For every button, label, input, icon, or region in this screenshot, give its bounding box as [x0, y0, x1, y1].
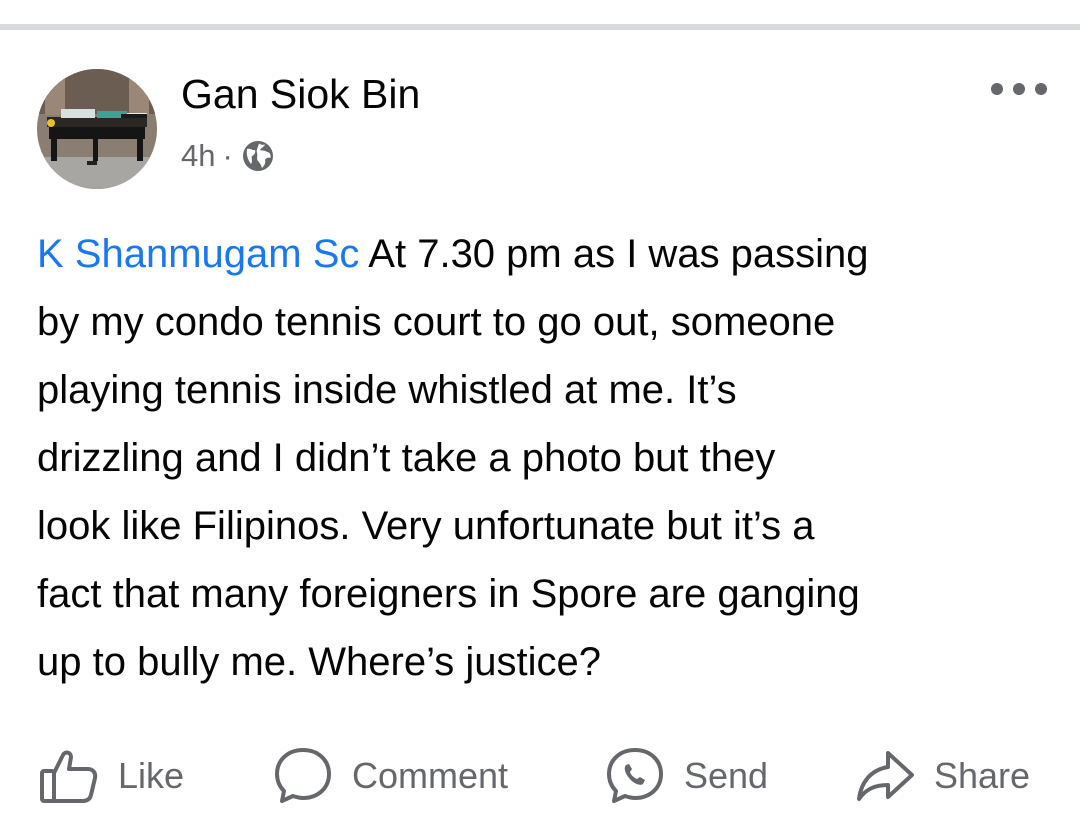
share-button[interactable]: Share	[854, 746, 1030, 806]
author-name[interactable]: Gan Siok Bin	[181, 70, 420, 118]
share-label: Share	[934, 755, 1031, 796]
post-text-line: look like Filipinos. Very unfortunate bu…	[37, 504, 815, 548]
post-text-line: up to bully me. Where’s justice?	[37, 640, 601, 684]
avatar-photo	[37, 69, 157, 189]
messenger-send-icon	[607, 748, 663, 803]
comment-button[interactable]: Comment	[272, 746, 508, 806]
send-label: Send	[684, 755, 769, 796]
post-meta: 4h ·	[181, 136, 274, 176]
post-text-line: playing tennis inside whistled at me. It…	[37, 368, 737, 412]
send-button[interactable]: Send	[604, 746, 768, 806]
like-button[interactable]: Like	[38, 746, 184, 806]
post-text: K Shanmugam Sc At 7.30 pm as I was passi…	[37, 220, 1057, 696]
like-icon	[40, 750, 98, 803]
action-bar: Like Comment Send Share	[0, 746, 1080, 806]
comment-label: Comment	[352, 755, 509, 796]
mention-link[interactable]: K Shanmugam Sc	[37, 232, 359, 276]
post-text-line: by my condo tennis court to go out, some…	[37, 300, 836, 344]
more-horizontal-icon[interactable]	[986, 78, 1052, 100]
post-text-line: fact that many foreigners in Spore are g…	[37, 572, 860, 616]
post-text-segment: At 7.30 pm as I was passing	[359, 232, 869, 276]
post-text-line: K Shanmugam Sc At 7.30 pm as I was passi…	[37, 220, 1057, 288]
share-icon	[857, 751, 914, 801]
avatar[interactable]	[37, 69, 157, 189]
globe-icon	[242, 141, 273, 171]
post-text-line: drizzling and I didn’t take a photo but …	[37, 436, 776, 480]
post-card: Gan Siok Bin 4h · K Shanmugam Sc At 7.30…	[0, 30, 1080, 833]
comment-icon	[275, 748, 331, 803]
meta-separator: ·	[222, 138, 233, 173]
like-label: Like	[118, 755, 185, 796]
post-time[interactable]: 4h	[181, 138, 215, 174]
